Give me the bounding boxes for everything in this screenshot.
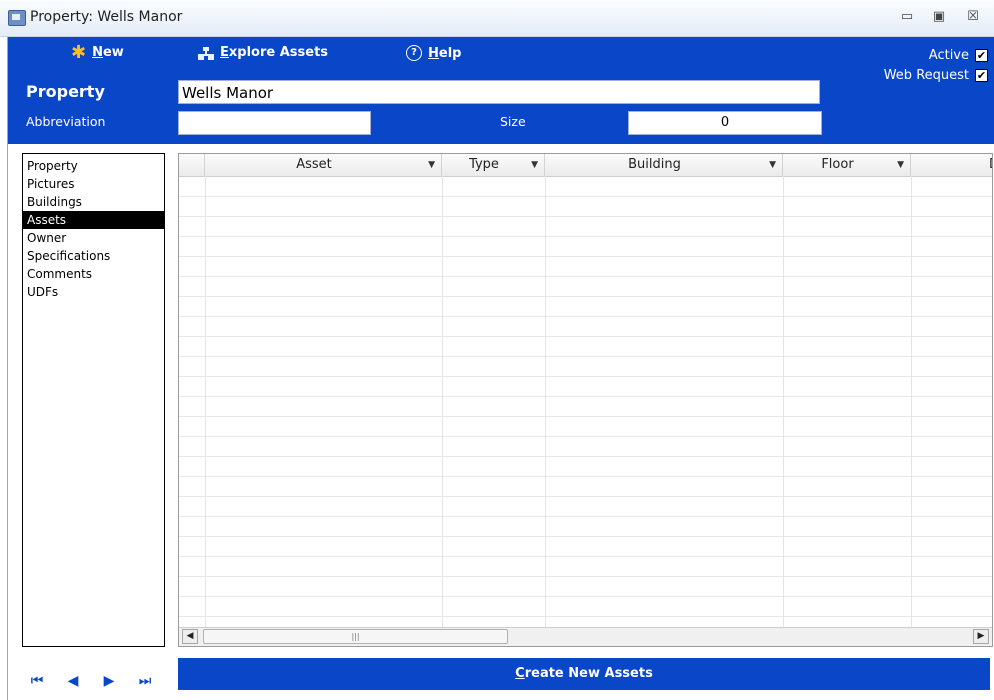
grid-row-line	[179, 216, 992, 217]
previous-record-icon[interactable]: ◀	[66, 673, 80, 689]
new-label: New	[92, 45, 124, 60]
column-header-building[interactable]: Building ▼	[545, 154, 783, 176]
hierarchy-icon	[198, 46, 214, 60]
grid-row-line	[179, 336, 992, 337]
nav-item-owner[interactable]: Owner	[23, 229, 164, 247]
app-icon	[8, 10, 26, 26]
grid-column-line	[911, 176, 912, 627]
star-icon: ✱	[71, 41, 87, 63]
help-icon: ?	[406, 45, 422, 61]
grid-row-line	[179, 576, 992, 577]
chevron-down-icon[interactable]: ▼	[897, 155, 904, 175]
close-button[interactable]: ☒	[962, 8, 984, 26]
nav-item-pictures[interactable]: Pictures	[23, 175, 164, 193]
restore-button[interactable]: ▣	[928, 8, 950, 26]
grid-body[interactable]	[179, 176, 992, 627]
nav-item-udfs[interactable]: UDFs	[23, 283, 164, 301]
grid-row-line	[179, 476, 992, 477]
explore-assets-label: Explore Assets	[220, 45, 329, 60]
active-flag: Active ✔	[929, 48, 988, 63]
grid-row-line	[179, 276, 992, 277]
nav-item-specifications[interactable]: Specifications	[23, 247, 164, 265]
help-label: Help	[428, 45, 462, 61]
web-request-label: Web Request	[883, 68, 969, 83]
grid-row-line	[179, 316, 992, 317]
record-pager: ⏮ ◀ ▶ ⏭	[30, 673, 152, 689]
nav-item-buildings[interactable]: Buildings	[23, 193, 164, 211]
column-header-asset[interactable]: Asset ▼	[205, 154, 442, 176]
web-request-flag: Web Request ✔	[884, 68, 988, 83]
explore-assets-button[interactable]: Explore Assets	[198, 45, 328, 60]
size-field[interactable]: 0	[628, 111, 822, 135]
window-title-bar: Property: Wells Manor ▭ ▣ ☒	[0, 0, 994, 37]
active-label: Active	[928, 48, 969, 63]
nav-item-comments[interactable]: Comments	[23, 265, 164, 283]
section-nav-list: Property Pictures Buildings Assets Owner…	[22, 153, 165, 647]
abbreviation-field[interactable]	[178, 111, 371, 135]
chevron-down-icon[interactable]: ▼	[769, 155, 776, 175]
create-new-assets-button[interactable]: Create New Assets	[178, 658, 990, 690]
nav-item-assets[interactable]: Assets	[23, 211, 164, 229]
grid-row-line	[179, 376, 992, 377]
grid-row-line	[179, 596, 992, 597]
active-checkbox[interactable]: ✔	[975, 49, 988, 62]
grid-column-line	[442, 176, 443, 627]
size-label: Size	[500, 114, 526, 129]
grid-row-line	[179, 456, 992, 457]
grid-header: Asset ▼ Type ▼ Building ▼ Floor ▼ D	[179, 154, 992, 177]
grid-column-line	[545, 176, 546, 627]
grid-row-line	[179, 196, 992, 197]
grid-row-line	[179, 536, 992, 537]
grid-row-line	[179, 296, 992, 297]
grid-row-line	[179, 516, 992, 517]
scrollbar-thumb[interactable]: |||	[203, 629, 508, 644]
minimize-button[interactable]: ▭	[896, 8, 918, 26]
chevron-down-icon[interactable]: ▼	[531, 155, 538, 175]
nav-item-property[interactable]: Property	[23, 157, 164, 175]
grid-column-line	[783, 176, 784, 627]
next-record-icon[interactable]: ▶	[102, 673, 116, 689]
horizontal-scrollbar[interactable]: ◀ ||| ▶	[179, 627, 992, 646]
property-name-field[interactable]: Wells Manor	[178, 80, 820, 104]
grid-row-line	[179, 416, 992, 417]
window-title: Property: Wells Manor	[30, 9, 183, 25]
first-record-icon[interactable]: ⏮	[30, 673, 44, 689]
column-header-d[interactable]: D	[911, 154, 992, 176]
chevron-down-icon[interactable]: ▼	[428, 155, 435, 175]
help-button[interactable]: ? Help	[406, 45, 461, 61]
scroll-left-icon[interactable]: ◀	[182, 629, 198, 644]
abbreviation-label: Abbreviation	[26, 114, 106, 129]
column-header-type[interactable]: Type ▼	[442, 154, 545, 176]
grid-row-line	[179, 256, 992, 257]
web-request-checkbox[interactable]: ✔	[975, 69, 988, 82]
new-button[interactable]: ✱ New	[71, 41, 124, 63]
grid-row-line	[179, 436, 992, 437]
grid-corner	[179, 154, 205, 176]
grid-row-line	[179, 616, 992, 617]
grid-column-line	[205, 176, 206, 627]
grid-row-line	[179, 556, 992, 557]
grid-row-line	[179, 496, 992, 497]
grid-row-line	[179, 236, 992, 237]
scroll-right-icon[interactable]: ▶	[973, 629, 989, 644]
property-label: Property	[26, 82, 105, 101]
column-header-floor[interactable]: Floor ▼	[783, 154, 911, 176]
grid-row-line	[179, 356, 992, 357]
property-header: ✱ New Explore Assets ? Help Active ✔ Web…	[8, 37, 994, 144]
assets-grid: Asset ▼ Type ▼ Building ▼ Floor ▼ D ◀ ||…	[178, 153, 993, 647]
grid-row-line	[179, 396, 992, 397]
last-record-icon[interactable]: ⏭	[138, 673, 152, 689]
